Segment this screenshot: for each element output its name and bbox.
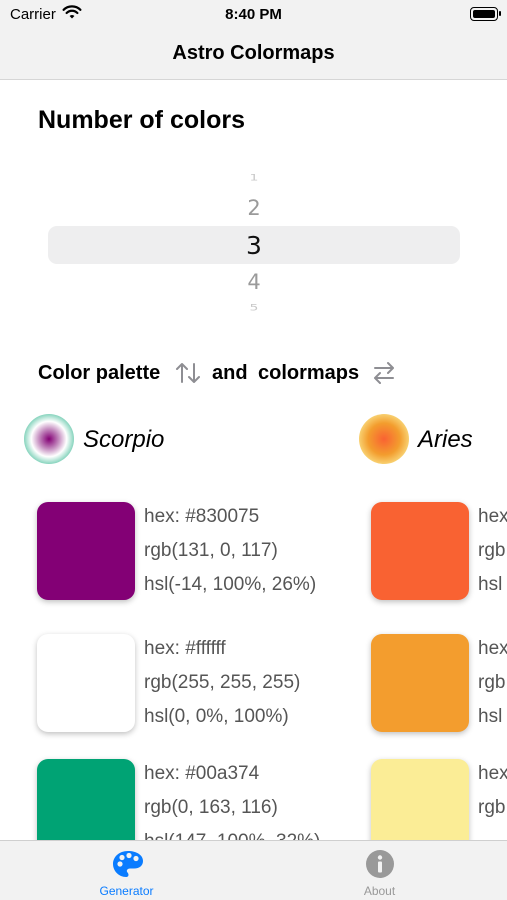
picker-option[interactable]: 2 <box>48 196 460 220</box>
color-info: hex rgb hsl <box>478 500 507 602</box>
hex-value: hex: #ffffff <box>144 638 226 659</box>
hex-value: hex <box>478 763 507 784</box>
color-swatch[interactable] <box>37 502 135 600</box>
tab-generator[interactable]: Generator <box>0 841 253 900</box>
color-swatch[interactable] <box>371 502 469 600</box>
rgb-value: rgb(255, 255, 255) <box>144 672 301 693</box>
colormap-name: Scorpio <box>83 426 165 453</box>
status-time: 8:40 PM <box>225 6 282 23</box>
nav-title: Astro Colormaps <box>172 42 335 64</box>
color-info: hex: #830075 rgb(131, 0, 117) hsl(-14, 1… <box>144 500 316 602</box>
swap-horizontal-icon[interactable] <box>371 360 397 386</box>
rgb-value: rgb <box>478 797 506 818</box>
rgb-value: rgb(131, 0, 117) <box>144 540 278 561</box>
tab-bar: Generator About <box>0 840 507 900</box>
color-info: hex: #ffffff rgb(255, 255, 255) hsl(0, 0… <box>144 632 300 734</box>
hex-value: hex <box>478 506 507 527</box>
battery-icon <box>470 7 501 21</box>
color-swatch[interactable] <box>371 634 469 732</box>
hex-value: hex: #00a374 <box>144 763 260 784</box>
colormap-name: Aries <box>418 426 473 453</box>
scorpio-colormap-icon <box>24 414 74 464</box>
and-label: and <box>212 362 248 384</box>
number-picker[interactable]: 1 2 3 4 5 <box>48 168 460 318</box>
picker-option-selected[interactable]: 3 <box>48 231 460 260</box>
color-swatch[interactable] <box>37 634 135 732</box>
picker-option[interactable]: 1 <box>48 173 460 183</box>
tab-about[interactable]: About <box>253 841 506 900</box>
color-info: hex rgb hsl <box>478 632 507 734</box>
hsl-value: hsl <box>478 706 503 727</box>
tab-label: Generator <box>99 884 154 898</box>
picker-option[interactable]: 4 <box>48 270 460 294</box>
hsl-value: hsl(-14, 100%, 26%) <box>144 574 317 595</box>
status-bar: Carrier 8:40 PM <box>0 0 507 30</box>
hsl-value: hsl <box>478 574 503 595</box>
swap-vertical-icon[interactable] <box>175 360 201 386</box>
color-palette-label: Color palette <box>38 362 161 384</box>
picker-option[interactable]: 5 <box>48 303 460 313</box>
palette-icon <box>113 851 143 877</box>
rgb-value: rgb <box>478 540 506 561</box>
rgb-value: rgb <box>478 672 506 693</box>
hex-value: hex <box>478 638 507 659</box>
rgb-value: rgb(0, 163, 116) <box>144 797 278 818</box>
aries-colormap-icon <box>359 414 409 464</box>
color-info: hex rgb <box>478 757 507 825</box>
info-icon <box>366 850 394 878</box>
navigation-bar: Astro Colormaps <box>0 30 507 80</box>
number-of-colors-title: Number of colors <box>38 106 245 134</box>
hex-value: hex: #830075 <box>144 506 260 527</box>
hsl-value: hsl(0, 0%, 100%) <box>144 706 289 727</box>
tab-label: About <box>363 884 396 898</box>
colormaps-label: colormaps <box>258 362 360 384</box>
